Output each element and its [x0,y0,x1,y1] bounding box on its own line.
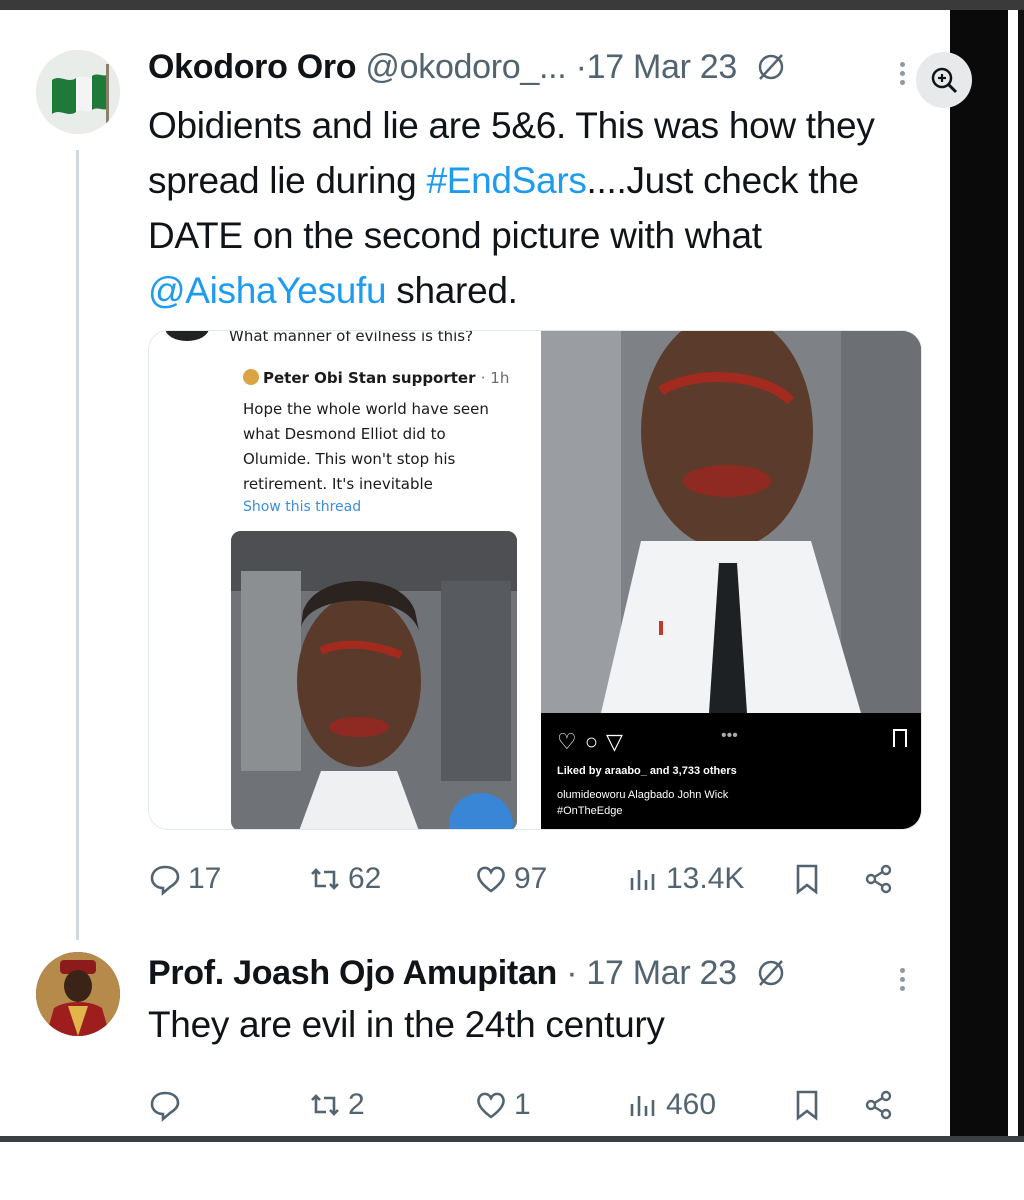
screenshot-body: Hope the whole world have seen what Desm… [243,400,489,493]
header-separator: · [575,48,587,86]
like-count: 97 [514,862,548,895]
share-icon [865,1090,892,1120]
grok-icon[interactable] [756,52,786,82]
screenshot-poster: Peter Obi Stan supporter · 1h [243,369,509,387]
views-icon [630,870,655,890]
tweet-text: Obidients and lie are 5&6. This was how … [148,98,938,318]
dark-side-bar [950,10,1008,1140]
instagram-save-icon [893,729,907,747]
reply-retweet-count: 2 [348,1088,365,1121]
tweet-header: Okodoro Oro @okodoro_... ·17 Mar 23 [148,48,786,87]
heart-icon [477,1092,505,1119]
photo-injured-man-right [541,331,921,713]
thread-connector-line [76,150,79,940]
reply-icon [150,865,180,896]
screenshot-poster-time: · 1h [480,369,510,387]
instagram-liked-by: Liked by araabo_ and 3,733 others [557,765,737,777]
reply-action-bar: 2 1 460 [148,1088,908,1132]
grok-icon[interactable] [756,958,786,988]
bookmark-button[interactable] [790,862,830,896]
media-right-instagram[interactable]: ♡○▽ ••• Liked by araabo_ and 3,733 other… [541,331,921,829]
screenshot-avatar [165,331,209,341]
screenshot-top-text: What manner of evilness is this? [229,330,474,345]
avatar-prof-joash[interactable] [36,952,120,1036]
avatar-nigeria-flag[interactable] [36,50,120,134]
carousel-dots: ••• [721,727,738,744]
reply-like-button[interactable]: 1 [474,1088,531,1122]
author-handle[interactable]: @okodoro_... [365,48,566,86]
media-left-screenshot[interactable]: What manner of evilness is this? Peter O… [149,330,529,829]
emoji-icon [243,369,259,385]
retweet-icon [311,1094,339,1116]
retweet-count: 62 [348,862,382,895]
heart-icon [477,866,505,893]
tweet-action-bar: 17 62 97 13.4K [148,862,908,906]
reply-author-name[interactable]: Prof. Joash Ojo Amupitan [148,954,557,992]
screenshot-show-thread: Show this thread [243,499,362,515]
retweet-icon [311,868,339,890]
tweet-text-part3: shared. [386,270,518,311]
author-name[interactable]: Okodoro Oro [148,48,357,86]
tweet-date[interactable]: 17 Mar 23 [587,48,738,86]
reply-retweet-button[interactable]: 2 [308,1088,365,1122]
reply-more-options-icon[interactable] [898,964,906,995]
mention-link[interactable]: @AishaYesufu [148,270,387,311]
bookmark-icon [796,864,818,895]
screenshot-poster-name: Peter Obi Stan supporter [263,369,476,387]
views-count: 13.4K [666,862,745,895]
reply-views-count: 460 [666,1088,717,1121]
views-button[interactable]: 13.4K [626,862,744,896]
share-icon [865,864,892,894]
reply-reply-button[interactable] [148,1088,188,1122]
window-frame-top [0,0,1024,10]
zoom-in-icon [931,67,958,94]
reply-separator: · [566,954,578,992]
more-options-icon[interactable] [898,58,906,89]
reply-views-button[interactable]: 460 [626,1088,716,1122]
share-button[interactable] [862,862,902,896]
like-button[interactable]: 97 [474,862,547,896]
reply-text: They are evil in the 24th century [148,1004,665,1045]
reply-share-button[interactable] [862,1088,902,1122]
reply-count: 17 [188,862,222,895]
hashtag-link[interactable]: #EndSars [426,160,586,201]
photo-injured-man-left [231,531,517,829]
instagram-caption-line2: #OnTheEdge [557,805,623,817]
reply-date[interactable]: 17 Mar 23 [586,954,737,992]
instagram-action-icons: ♡○▽ [557,729,631,754]
reply-like-count: 1 [514,1088,531,1121]
reply-bookmark-button[interactable] [790,1088,830,1122]
bookmark-icon [796,1090,818,1121]
reply-header: Prof. Joash Ojo Amupitan · 17 Mar 23 [148,954,786,993]
right-edge-line [1018,10,1024,1140]
reply-icon [150,1091,180,1122]
reply-button[interactable]: 17 [148,862,221,896]
retweet-button[interactable]: 62 [308,862,381,896]
instagram-caption-line1: olumideoworu Alagbado John Wick [557,789,729,801]
tweet-media[interactable]: What manner of evilness is this? Peter O… [148,330,922,830]
bottom-divider [0,1136,1024,1142]
instagram-bar: ♡○▽ ••• Liked by araabo_ and 3,733 other… [541,713,921,829]
views-icon [630,1096,655,1116]
